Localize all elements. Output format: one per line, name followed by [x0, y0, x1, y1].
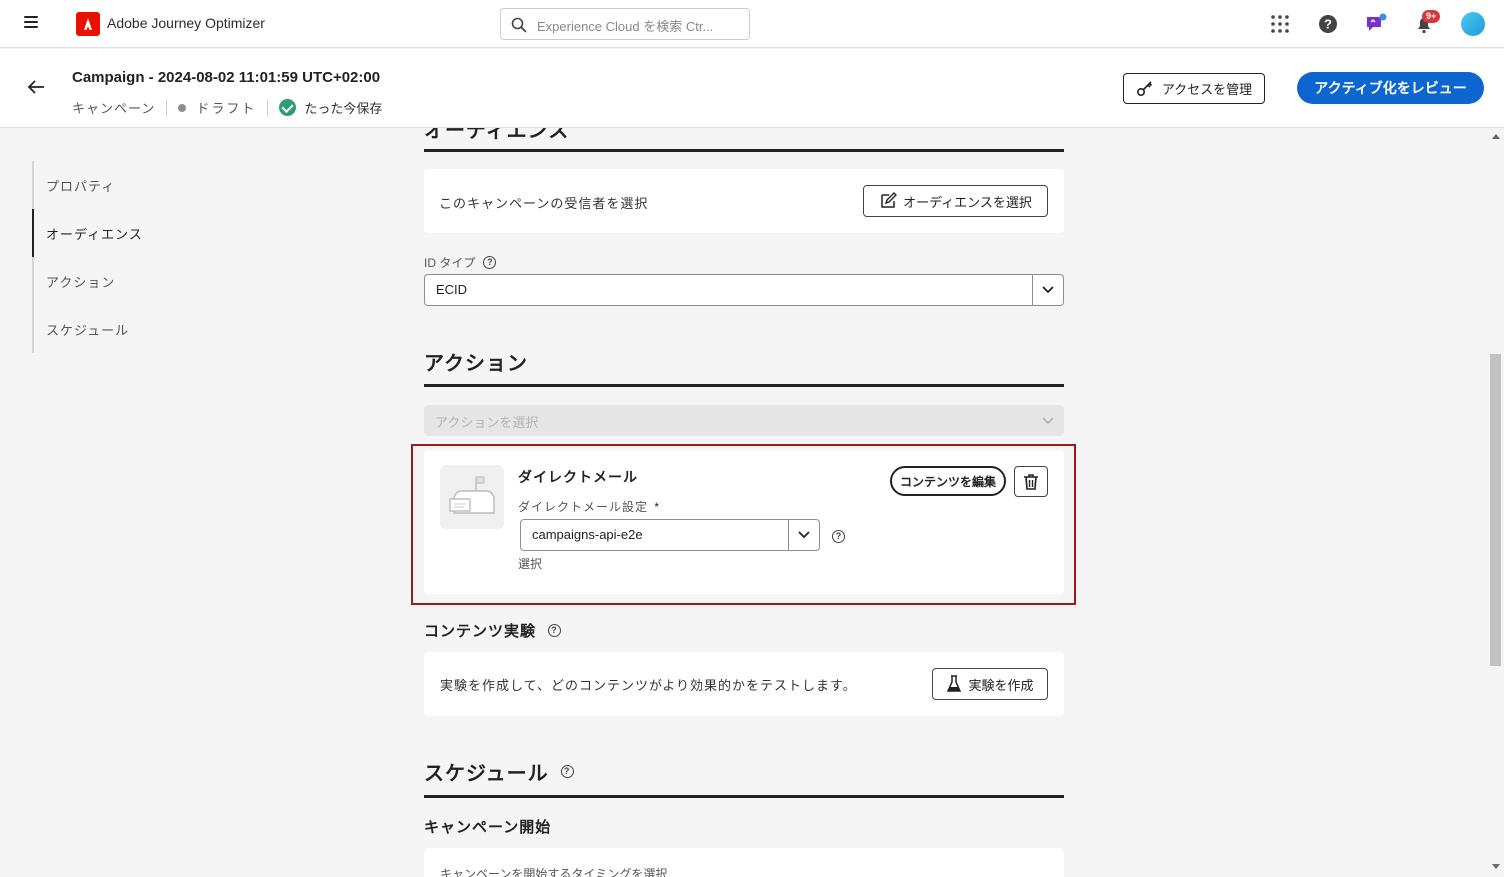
help-icon[interactable]: ? — [548, 624, 562, 637]
direct-mail-card: ダイレクトメール ダイレクトメール設定 * campaigns-api-e2e … — [424, 450, 1064, 594]
nav-item-audience[interactable]: オーディエンス — [32, 209, 232, 257]
status-badge: ドラフト — [196, 101, 257, 116]
chevron-down-icon[interactable] — [1032, 275, 1063, 305]
campaign-header: Campaign - 2024-08-02 11:01:59 UTC+02:00… — [0, 49, 1504, 128]
section-nav: プロパティ オーディエンス アクション スケジュール — [32, 161, 232, 353]
help-icon[interactable]: ? — [1316, 12, 1340, 36]
id-type-value: ECID — [436, 282, 468, 297]
search-icon — [511, 17, 527, 33]
config-label-row: ダイレクトメール設定 * — [518, 498, 660, 515]
back-arrow-icon[interactable] — [26, 77, 46, 100]
chat-assistant-icon[interactable] — [1364, 12, 1388, 36]
schedule-start-hint: キャンペーンを開始するタイミングを選択 — [440, 867, 668, 877]
direct-mail-title: ダイレクトメール — [518, 469, 638, 485]
experiment-description: 実験を作成して、どのコンテンツがより効果的かをテストします。 — [440, 678, 857, 693]
help-icon[interactable]: ? — [483, 256, 497, 269]
saved-status: たった今保存 — [304, 101, 383, 116]
review-activate-button[interactable]: アクティブ化をレビュー — [1297, 72, 1484, 104]
config-label: ダイレクトメール設定 — [518, 500, 649, 514]
svg-text:?: ? — [1324, 17, 1332, 32]
app-name[interactable]: Adobe Journey Optimizer — [107, 15, 265, 31]
top-app-bar: Adobe Journey Optimizer Experience Cloud… — [0, 0, 1504, 48]
manage-access-label: アクセスを管理 — [1161, 82, 1253, 97]
section-divider — [424, 795, 1064, 798]
chevron-down-icon — [1042, 417, 1054, 425]
schedule-heading-row: スケジュール ? — [424, 757, 574, 786]
select-audience-label: オーディエンスを選択 — [903, 194, 1032, 210]
manage-access-button[interactable]: アクセスを管理 — [1123, 73, 1265, 104]
id-type-select[interactable]: ECID — [424, 274, 1064, 306]
audience-description: このキャンペーンの受信者を選択 — [439, 196, 649, 211]
nav-item-properties[interactable]: プロパティ — [34, 161, 232, 209]
experiment-card: 実験を作成して、どのコンテンツがより効果的かをテストします。 実験を作成 — [424, 652, 1064, 716]
config-select-value: campaigns-api-e2e — [532, 527, 643, 542]
nav-item-schedule[interactable]: スケジュール — [34, 305, 232, 353]
scroll-thumb[interactable] — [1490, 354, 1501, 666]
apps-grid-icon[interactable] — [1268, 12, 1292, 36]
mailbox-icon — [440, 465, 504, 529]
saved-check-icon — [279, 99, 297, 116]
divider — [267, 99, 269, 116]
scroll-up-icon[interactable] — [1492, 134, 1500, 139]
flask-icon — [947, 675, 962, 692]
status-dot-icon — [178, 103, 187, 112]
create-experiment-button[interactable]: 実験を作成 — [932, 668, 1048, 700]
id-type-label: ID タイプ — [424, 256, 476, 270]
select-audience-button[interactable]: オーディエンスを選択 — [863, 185, 1048, 217]
nav-item-actions[interactable]: アクション — [34, 257, 232, 305]
audience-card: このキャンペーンの受信者を選択 オーディエンスを選択 — [424, 169, 1064, 233]
section-divider — [424, 149, 1064, 152]
vertical-scrollbar[interactable] — [1488, 128, 1504, 877]
config-select[interactable]: campaigns-api-e2e — [520, 519, 820, 551]
campaign-meta: キャンペーン ドラフト たった今保存 — [72, 98, 382, 117]
section-divider — [424, 384, 1064, 387]
id-type-label-row: ID タイプ ? — [424, 254, 497, 271]
key-icon — [1136, 80, 1152, 96]
help-icon[interactable]: ? — [832, 530, 845, 543]
experiment-heading-row: コンテンツ実験 ? — [424, 620, 562, 641]
edit-content-button[interactable]: コンテンツを編集 — [890, 466, 1006, 496]
actions-heading: アクション — [424, 353, 528, 375]
campaign-start-heading: キャンペーン開始 — [424, 819, 552, 836]
config-select-hint: 選択 — [518, 557, 543, 571]
menu-icon[interactable] — [24, 16, 38, 28]
adobe-logo-icon[interactable] — [76, 12, 100, 36]
scroll-down-icon[interactable] — [1492, 864, 1500, 869]
schedule-card: キャンペーンを開始するタイミングを選択 — [424, 848, 1064, 877]
delete-button[interactable] — [1014, 466, 1048, 497]
search-input[interactable]: Experience Cloud を検索 Ctr... — [500, 8, 750, 40]
avatar[interactable] — [1461, 12, 1485, 36]
notification-badge: 9+ — [1422, 10, 1441, 23]
create-experiment-label: 実験を作成 — [968, 677, 1034, 693]
required-mark: * — [654, 500, 661, 514]
help-icon[interactable]: ? — [560, 765, 574, 778]
experiment-heading: コンテンツ実験 — [424, 623, 537, 640]
action-select: アクションを選択 — [424, 405, 1064, 436]
trash-icon — [1024, 473, 1038, 490]
action-select-placeholder: アクションを選択 — [435, 415, 539, 430]
audience-heading: オーディエンス — [424, 128, 570, 142]
edit-icon — [881, 192, 898, 208]
chevron-down-icon[interactable] — [788, 520, 819, 550]
page-title: Campaign - 2024-08-02 11:01:59 UTC+02:00 — [72, 69, 381, 86]
schedule-heading: スケジュール — [424, 763, 549, 785]
campaign-type-label: キャンペーン — [72, 101, 156, 116]
divider — [166, 99, 168, 116]
search-placeholder: Experience Cloud を検索 Ctr... — [537, 19, 714, 34]
